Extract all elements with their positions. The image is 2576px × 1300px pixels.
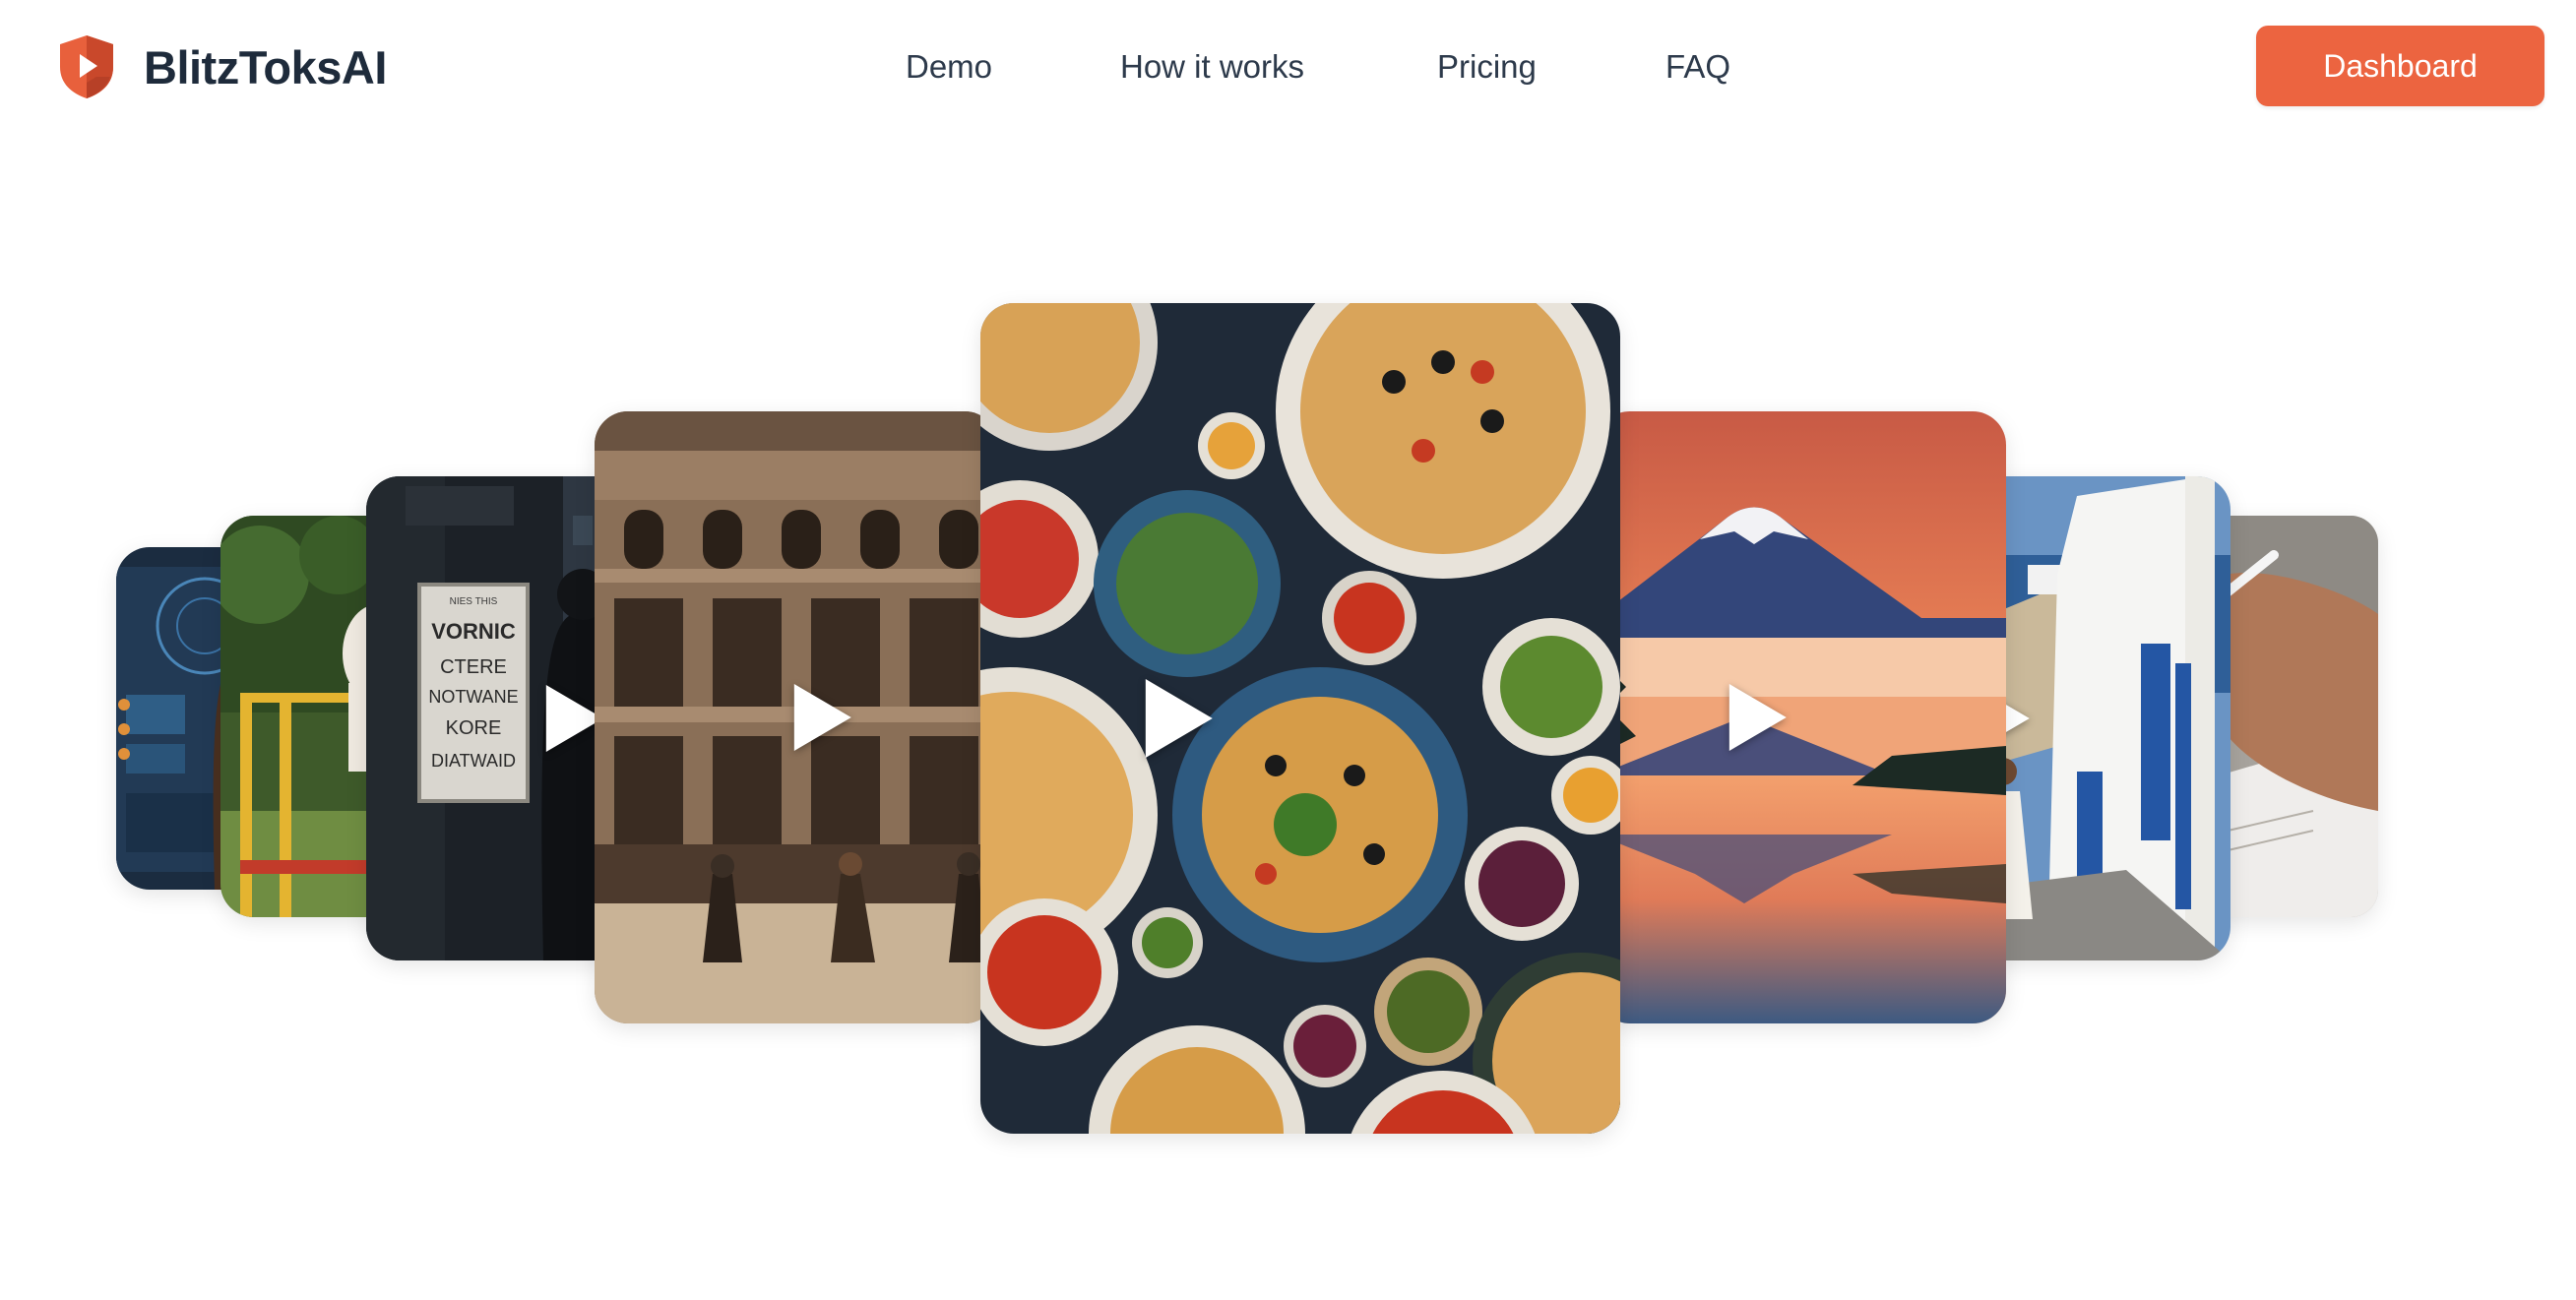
- video-card-mount-fuji[interactable]: [1597, 411, 2006, 1023]
- video-carousel: NIES THIS VORNIC CTERE NOTWANE KORE DIAT…: [0, 0, 2576, 1300]
- mount-fuji-thumbnail: [1597, 411, 2006, 1023]
- play-icon[interactable]: [1728, 684, 1787, 751]
- svg-text:DIATWAID: DIATWAID: [431, 751, 516, 771]
- video-card-santorini[interactable]: [1969, 476, 2230, 960]
- svg-text:VORNIC: VORNIC: [431, 619, 516, 644]
- video-card-colosseum[interactable]: [595, 411, 998, 1023]
- play-icon[interactable]: [793, 684, 851, 751]
- svg-text:NOTWANE: NOTWANE: [428, 687, 518, 707]
- svg-text:NIES THIS: NIES THIS: [450, 596, 498, 607]
- landing-page: BlitzToksAI Demo How it works Pricing FA…: [0, 0, 2576, 1300]
- play-icon[interactable]: [1145, 679, 1213, 758]
- video-card-pasta-featured[interactable]: [980, 303, 1620, 1134]
- svg-text:KORE: KORE: [446, 717, 502, 739]
- pasta-thumbnail: [980, 303, 1620, 1134]
- svg-text:CTERE: CTERE: [440, 656, 507, 678]
